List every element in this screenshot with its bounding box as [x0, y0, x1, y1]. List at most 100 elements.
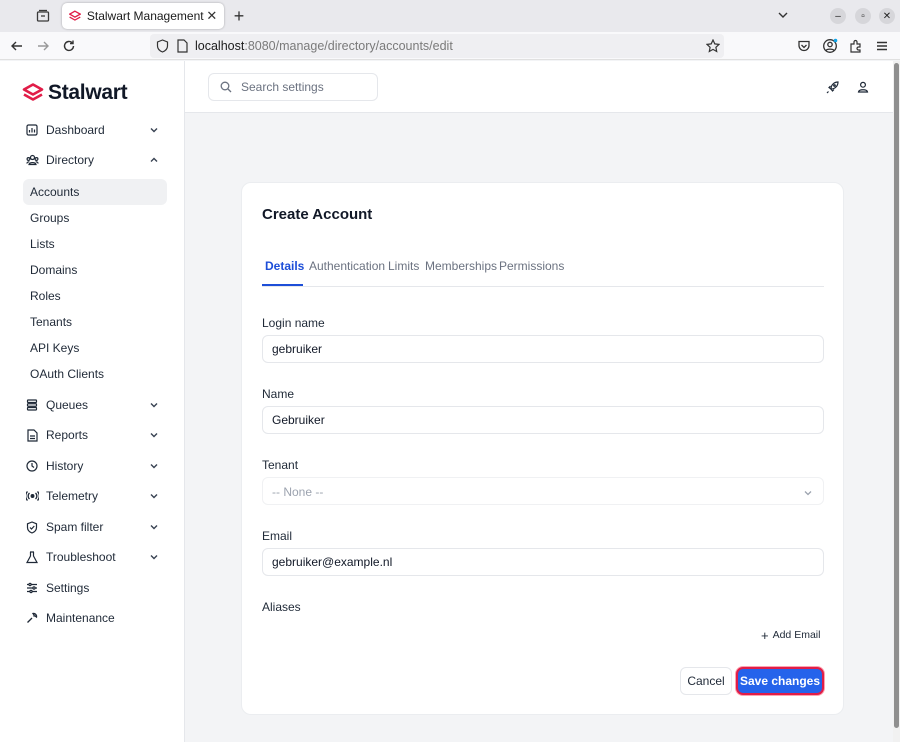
tenant-select[interactable]: -- None -- — [262, 477, 824, 505]
create-account-card: Create Account Details Authentication Li… — [241, 182, 844, 715]
name-input[interactable] — [272, 413, 812, 427]
scrollbar-thumb[interactable] — [894, 63, 899, 728]
sliders-icon — [24, 580, 40, 596]
flask-icon — [24, 549, 40, 565]
clock-icon — [24, 458, 40, 474]
aliases-label: Aliases — [262, 600, 301, 614]
chevron-down-icon — [803, 486, 813, 501]
minimize-window-icon[interactable]: – — [830, 8, 846, 24]
shield-tracking-icon[interactable] — [156, 39, 169, 53]
chevron-down-icon — [147, 522, 161, 532]
add-email-label: Add Email — [772, 629, 821, 641]
cancel-button[interactable]: Cancel — [680, 667, 732, 695]
search-icon — [220, 81, 232, 93]
stalwart-logo-icon — [22, 83, 44, 101]
shield-icon — [24, 519, 40, 535]
rocket-icon[interactable] — [823, 78, 841, 96]
browser-tab-title: Stalwart Management — [86, 9, 204, 23]
sidebar-item-spam-filter[interactable]: Spam filter — [22, 514, 167, 540]
sidebar-item-telemetry[interactable]: Telemetry — [22, 483, 167, 509]
sidebar-item-label: History — [46, 459, 84, 473]
sidebar-item-reports[interactable]: Reports — [22, 422, 167, 448]
chevron-up-icon — [147, 155, 161, 165]
url-path: :8080/manage/directory/accounts/edit — [244, 39, 453, 53]
stalwart-logo[interactable]: Stalwart — [22, 81, 128, 105]
account-icon[interactable] — [821, 37, 839, 55]
email-input[interactable] — [272, 555, 812, 569]
sidebar-sub-domains[interactable]: Domains — [23, 257, 167, 283]
login-name-label: Login name — [262, 316, 325, 330]
url-bar[interactable]: localhost:8080/manage/directory/accounts… — [150, 34, 724, 58]
url-text: localhost:8080/manage/directory/accounts… — [195, 39, 453, 53]
sidebar-item-label: Queues — [46, 398, 89, 412]
add-email-button[interactable]: + Add Email — [761, 625, 820, 645]
chevron-down-icon — [147, 430, 161, 440]
sidebar-sub-groups[interactable]: Groups — [23, 205, 167, 231]
wrench-icon — [24, 610, 40, 626]
chart-icon — [24, 122, 40, 138]
tenant-label: Tenant — [262, 458, 299, 472]
pocket-icon[interactable] — [795, 37, 813, 55]
chevron-down-icon — [147, 125, 161, 135]
reload-icon[interactable] — [60, 37, 78, 55]
forward-arrow-icon[interactable] — [34, 37, 52, 55]
tab-permissions[interactable]: Permissions — [499, 259, 564, 273]
sidebar-sub-lists[interactable]: Lists — [23, 231, 167, 257]
sidebar: Stalwart Dashboard Directory Accounts Gr… — [0, 61, 185, 742]
sidebar-item-maintenance[interactable]: Maintenance — [22, 605, 167, 631]
tenant-selected-value: -- None -- — [272, 485, 324, 499]
close-tab-icon[interactable]: ✕ — [204, 8, 220, 24]
email-field[interactable] — [262, 548, 824, 576]
tab-memberships[interactable]: Memberships — [425, 259, 497, 273]
sidebar-item-settings[interactable]: Settings — [22, 575, 167, 601]
sidebar-item-dashboard[interactable]: Dashboard — [22, 117, 167, 143]
name-label: Name — [262, 387, 295, 401]
active-tab-underline — [262, 284, 303, 286]
plus-icon: + — [761, 627, 769, 643]
tab-overflow-chevron-icon[interactable] — [776, 8, 790, 25]
bookmark-star-icon[interactable] — [706, 39, 720, 53]
tab-authentication[interactable]: Authentication — [309, 259, 385, 273]
browser-tab-bar: Stalwart Management ✕ + – ▫ ✕ — [0, 0, 900, 32]
back-arrow-icon[interactable] — [8, 37, 26, 55]
sidebar-item-directory[interactable]: Directory — [22, 147, 167, 173]
name-field[interactable] — [262, 406, 824, 434]
stalwart-favicon — [69, 9, 81, 21]
top-header — [185, 61, 898, 113]
close-window-icon[interactable]: ✕ — [879, 8, 895, 24]
sidebar-item-label: Spam filter — [46, 520, 104, 534]
tab-details[interactable]: Details — [265, 259, 304, 273]
directory-icon — [24, 152, 40, 168]
browser-tab[interactable]: Stalwart Management ✕ — [62, 3, 224, 29]
maximize-window-icon[interactable]: ▫ — [855, 8, 871, 24]
sidebar-item-history[interactable]: History — [22, 453, 167, 479]
email-label: Email — [262, 529, 293, 543]
sidebar-sub-roles[interactable]: Roles — [23, 283, 167, 309]
main-scrollbar[interactable] — [893, 61, 900, 742]
tab-list-icon[interactable] — [30, 6, 56, 26]
new-tab-icon[interactable]: + — [229, 6, 249, 26]
sidebar-item-label: Reports — [46, 428, 89, 442]
form-tabs: Details Authentication Limits Membership… — [262, 255, 824, 287]
user-icon[interactable] — [854, 78, 872, 96]
save-changes-button[interactable]: Save changes — [736, 667, 824, 695]
sidebar-item-label: Dashboard — [46, 123, 105, 137]
menu-hamburger-icon[interactable] — [873, 37, 891, 55]
search-box[interactable] — [208, 73, 378, 101]
telemetry-icon — [24, 488, 40, 504]
queue-icon — [24, 397, 40, 413]
sidebar-sub-api-keys[interactable]: API Keys — [23, 335, 167, 361]
sidebar-item-troubleshoot[interactable]: Troubleshoot — [22, 544, 167, 570]
page-icon[interactable] — [177, 39, 188, 53]
sidebar-sub-oauth-clients[interactable]: OAuth Clients — [23, 361, 167, 387]
login-name-input[interactable] — [272, 342, 812, 356]
login-name-field[interactable] — [262, 335, 824, 363]
sidebar-sub-tenants[interactable]: Tenants — [23, 309, 167, 335]
sidebar-item-queues[interactable]: Queues — [22, 392, 167, 418]
report-icon — [24, 427, 40, 443]
tab-limits[interactable]: Limits — [388, 259, 419, 273]
chevron-down-icon — [147, 400, 161, 410]
extensions-icon[interactable] — [847, 37, 865, 55]
sidebar-sub-accounts[interactable]: Accounts — [23, 179, 167, 205]
search-input[interactable] — [241, 80, 371, 94]
